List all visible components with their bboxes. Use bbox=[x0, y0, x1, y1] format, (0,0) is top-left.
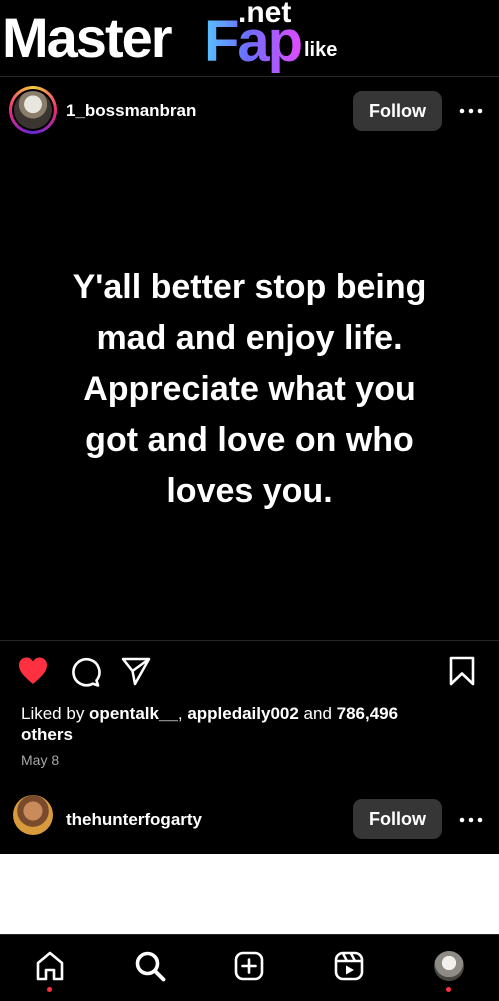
reels-icon[interactable] bbox=[333, 950, 365, 982]
create-post-icon[interactable] bbox=[233, 950, 265, 982]
watermark-master: Master bbox=[2, 6, 173, 69]
follow-button[interactable]: Follow bbox=[353, 799, 442, 839]
topbar-like-text: like bbox=[304, 39, 338, 61]
save-bookmark-icon[interactable] bbox=[446, 655, 478, 687]
top-bar: Master Fap .net like bbox=[0, 0, 499, 76]
follow-button[interactable]: Follow bbox=[353, 91, 442, 131]
avatar bbox=[14, 91, 52, 129]
post-date: May 8 bbox=[21, 752, 60, 768]
liked-user-link[interactable]: appledaily002 bbox=[187, 704, 299, 723]
avatar[interactable] bbox=[13, 795, 53, 835]
bottom-nav bbox=[0, 934, 499, 1001]
search-icon[interactable] bbox=[134, 950, 166, 982]
liked-and: and bbox=[298, 704, 337, 723]
likes-summary: Liked by opentalk__, appledaily002 and 7… bbox=[21, 703, 481, 745]
post-header: 1_bossmanbran Follow bbox=[0, 76, 499, 146]
avatar-story-ring[interactable] bbox=[9, 86, 57, 134]
likes-others[interactable]: others bbox=[21, 725, 73, 744]
watermark-net: .net bbox=[238, 0, 292, 29]
next-post-image[interactable] bbox=[0, 854, 499, 934]
home-icon[interactable] bbox=[34, 950, 66, 982]
notification-dot bbox=[446, 987, 451, 992]
divider bbox=[0, 640, 499, 641]
more-options-icon[interactable] bbox=[456, 805, 486, 835]
notification-dot bbox=[47, 987, 52, 992]
likes-count[interactable]: 786,496 bbox=[337, 704, 398, 723]
next-post-username[interactable]: thehunterfogarty bbox=[66, 809, 202, 831]
share-icon[interactable] bbox=[120, 655, 152, 687]
liked-user-link[interactable]: opentalk__ bbox=[89, 704, 178, 723]
profile-avatar[interactable] bbox=[434, 951, 464, 981]
comment-icon[interactable] bbox=[69, 656, 101, 688]
liked-by-prefix: Liked by bbox=[21, 704, 90, 723]
post-username[interactable]: 1_bossmanbran bbox=[66, 100, 196, 122]
post-image-text: Y'all better stop being mad and enjoy li… bbox=[72, 268, 427, 510]
next-post-header: thehunterfogarty Follow bbox=[0, 785, 499, 855]
more-options-icon[interactable] bbox=[456, 96, 486, 126]
liked-separator: , bbox=[177, 704, 188, 723]
like-heart-icon[interactable] bbox=[17, 655, 49, 687]
